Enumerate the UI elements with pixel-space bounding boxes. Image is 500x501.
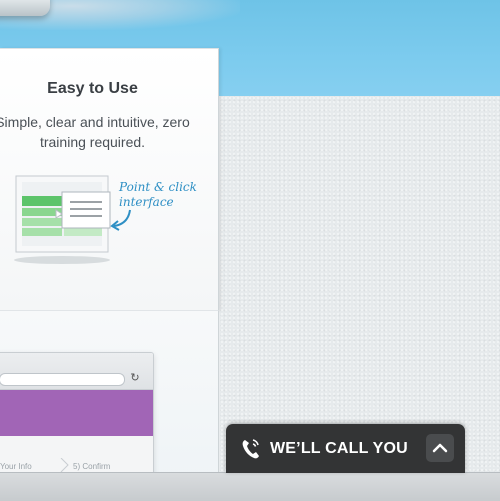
annotation-line: interface (119, 195, 174, 209)
bottom-frame (0, 472, 500, 501)
device-image-edge (0, 0, 50, 16)
chevron-up-icon (432, 443, 448, 453)
phone-icon (242, 439, 259, 459)
step-your-info: Your Info (0, 462, 32, 471)
call-widget-label: WE’LL CALL YOU (270, 440, 408, 457)
browser-toolbar: ↻ (0, 353, 153, 390)
feature-description-line: training required. (39, 134, 146, 150)
reload-icon: ↻ (130, 371, 140, 384)
purple-header-band (0, 390, 153, 436)
address-bar (0, 373, 125, 386)
step-confirm: 5) Confirm (73, 462, 111, 471)
feature-description: Simple, clear and intuitive, zero traini… (0, 112, 205, 152)
feature-description-line: Simple, clear and intuitive, zero (0, 114, 190, 130)
feature-title: Easy to Use (47, 80, 138, 97)
call-widget[interactable]: WE’LL CALL YOU (226, 424, 465, 473)
annotation-line: Point & click (119, 180, 197, 194)
step-separator-icon (60, 458, 69, 472)
illustration-annotation: Point & click interface (119, 180, 209, 210)
call-widget-toggle-button[interactable] (426, 434, 454, 462)
